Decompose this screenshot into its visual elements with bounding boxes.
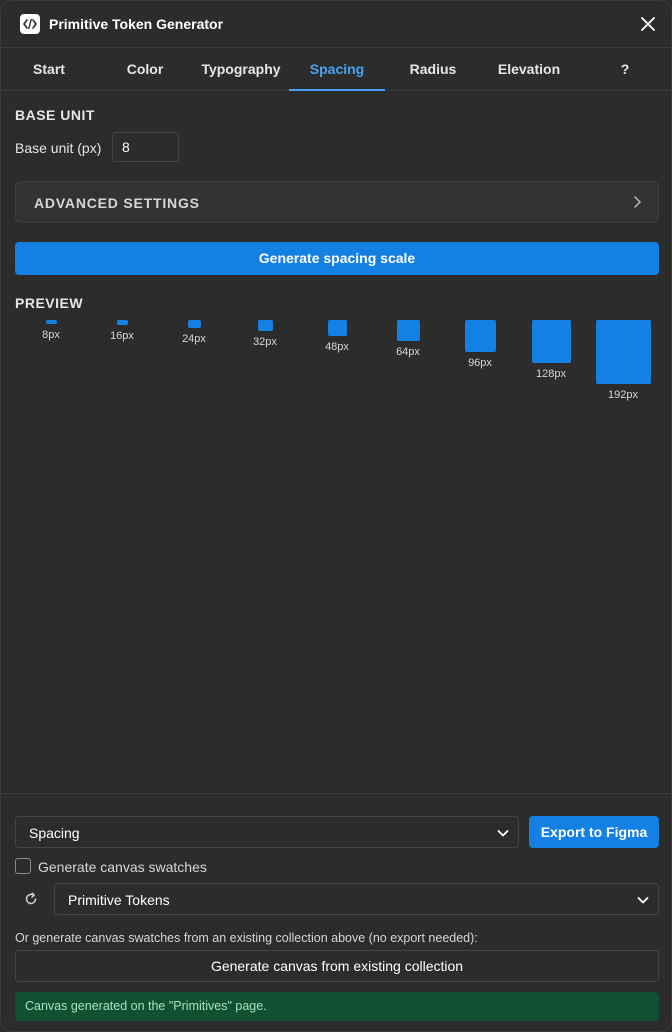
- token-type-select[interactable]: Spacing: [15, 816, 519, 848]
- spacing-swatch-label: 48px: [325, 341, 349, 353]
- spacing-swatch: [257, 320, 273, 331]
- collection-select[interactable]: Primitive Tokens: [54, 883, 659, 915]
- export-to-figma-button[interactable]: Export to Figma: [529, 816, 659, 848]
- chevron-down-icon: [496, 826, 510, 845]
- status-message: Canvas generated on the "Primitives" pag…: [15, 992, 659, 1021]
- generate-spacing-button[interactable]: Generate spacing scale: [15, 242, 659, 275]
- spacing-swatch: [531, 320, 571, 363]
- spacing-swatch: [464, 320, 496, 352]
- tab-elevation[interactable]: Elevation: [481, 49, 577, 91]
- tab-typography[interactable]: Typography: [193, 49, 289, 91]
- spacing-swatch-label: 192px: [608, 389, 638, 401]
- tab-bar: Start Color Typography Spacing Radius El…: [1, 49, 671, 91]
- plugin-window: Primitive Token Generator Start Color Ty…: [0, 0, 672, 1032]
- spacing-swatch: [396, 320, 420, 341]
- tab-help[interactable]: ?: [577, 49, 671, 91]
- spacing-swatch: [187, 320, 201, 328]
- generate-swatches-label: Generate canvas swatches: [38, 859, 207, 875]
- spacing-swatch: [116, 320, 128, 325]
- window-title: Primitive Token Generator: [49, 16, 224, 32]
- close-icon[interactable]: [637, 13, 659, 35]
- spacing-swatch-label: 8px: [42, 329, 60, 341]
- generate-from-existing-button[interactable]: Generate canvas from existing collection: [15, 950, 659, 982]
- tab-radius[interactable]: Radius: [385, 49, 481, 91]
- base-unit-label: Base unit (px): [15, 140, 102, 156]
- spacing-swatch-label: 128px: [536, 368, 566, 380]
- advanced-settings-label: ADVANCED SETTINGS: [34, 195, 200, 211]
- spacing-swatch: [595, 320, 651, 384]
- chevron-right-icon: [630, 195, 644, 214]
- spacing-swatch-label: 64px: [396, 346, 420, 358]
- spacing-swatch: [45, 320, 57, 324]
- spacing-swatch-label: 16px: [110, 330, 134, 342]
- base-unit-input[interactable]: [112, 132, 179, 162]
- collection-value: Primitive Tokens: [68, 892, 170, 908]
- tab-color[interactable]: Color: [97, 49, 193, 91]
- generate-swatches-checkbox[interactable]: [15, 858, 31, 874]
- title-bar: Primitive Token Generator: [1, 1, 671, 48]
- code-icon: [20, 14, 40, 34]
- refresh-icon[interactable]: [23, 891, 39, 907]
- spacing-swatch-label: 24px: [182, 333, 206, 345]
- spacing-swatch: [327, 320, 347, 336]
- base-unit-heading: BASE UNIT: [15, 107, 95, 123]
- spacing-swatch-label: 32px: [253, 336, 277, 348]
- token-type-value: Spacing: [29, 825, 80, 841]
- chevron-down-icon: [636, 893, 650, 912]
- spacing-swatch-label: 96px: [468, 357, 492, 369]
- existing-collection-hint: Or generate canvas swatches from an exis…: [15, 931, 478, 945]
- tab-spacing[interactable]: Spacing: [289, 49, 385, 91]
- preview-heading: PREVIEW: [15, 295, 84, 311]
- divider: [1, 793, 671, 794]
- advanced-settings-toggle[interactable]: ADVANCED SETTINGS: [15, 181, 659, 223]
- tab-start[interactable]: Start: [1, 49, 97, 91]
